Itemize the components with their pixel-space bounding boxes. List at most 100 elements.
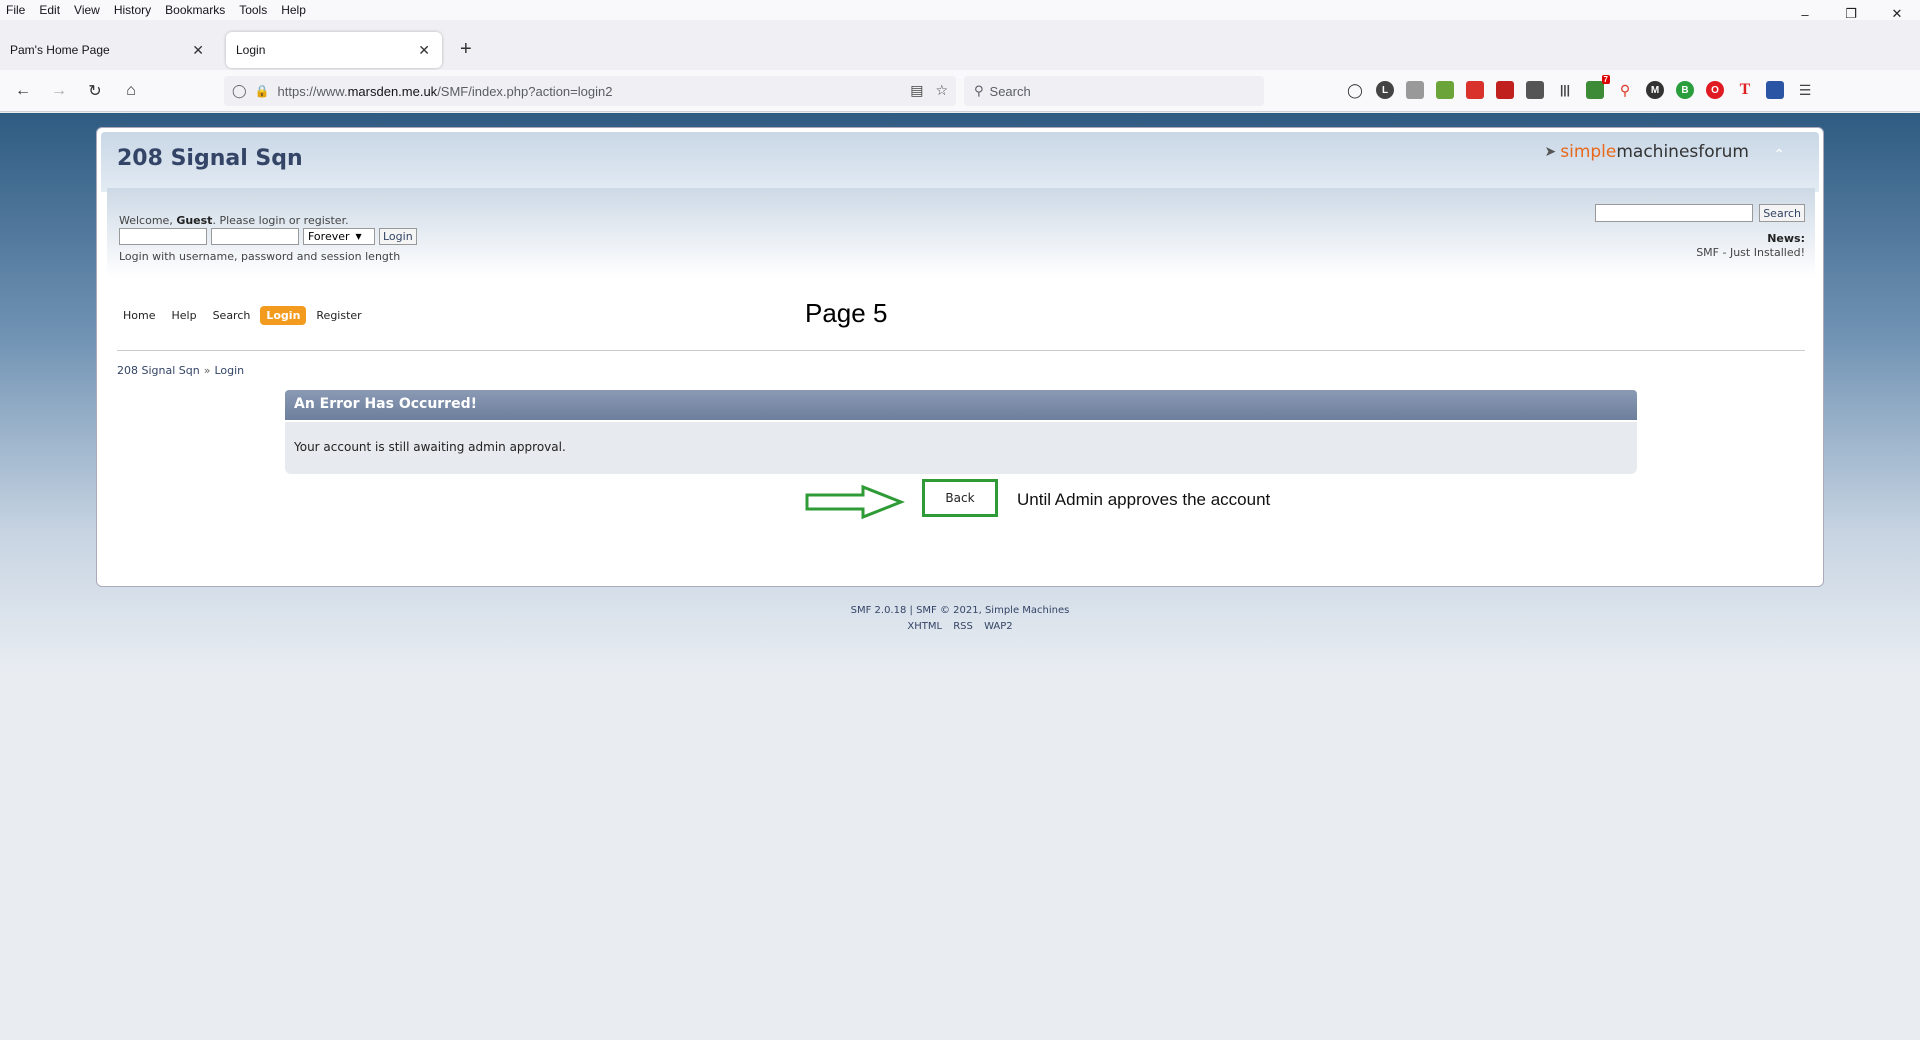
welcome-suffix: . Please login or register. bbox=[212, 214, 349, 227]
password-field[interactable] bbox=[211, 228, 299, 245]
close-tab-icon[interactable]: ✕ bbox=[192, 42, 204, 59]
tab-pams-home-page[interactable]: Pam's Home Page ✕ bbox=[0, 32, 216, 68]
sidebar-list-icon[interactable] bbox=[1526, 81, 1544, 99]
reader-view-icon[interactable]: ▤ bbox=[910, 82, 923, 99]
back-arrow-icon[interactable]: ← bbox=[12, 80, 34, 102]
browser-search-field[interactable]: ⚲ Search bbox=[964, 76, 1264, 106]
shield-icon[interactable]: ◯ bbox=[232, 83, 247, 99]
library-icon[interactable]: ||| bbox=[1556, 81, 1574, 99]
forum-footer: SMF 2.0.18 | SMF © 2021, Simple Machines… bbox=[0, 603, 1920, 635]
back-button-highlight: Back bbox=[922, 479, 998, 517]
logo-forum: forum bbox=[1698, 142, 1749, 162]
footer-copyright[interactable]: SMF 2.0.18 | SMF © 2021, Simple Machines bbox=[0, 603, 1920, 619]
annotation-arrow-icon bbox=[805, 484, 905, 520]
lastpass-icon[interactable]: L bbox=[1376, 81, 1394, 99]
breadcrumb-forum[interactable]: 208 Signal Sqn bbox=[117, 364, 200, 377]
news-text: SMF - Just Installed! bbox=[1696, 246, 1805, 259]
search-placeholder: Search bbox=[989, 83, 1031, 99]
lock-icon[interactable]: 🔒 bbox=[255, 84, 270, 98]
forward-arrow-icon[interactable]: → bbox=[48, 80, 70, 102]
breadcrumb-login[interactable]: Login bbox=[214, 364, 244, 377]
close-tab-icon[interactable]: ✕ bbox=[418, 42, 430, 59]
menu-tools[interactable]: Tools bbox=[233, 3, 275, 17]
user-area: Welcome, Guest. Please login or register… bbox=[107, 188, 1815, 278]
tab-strip: Pam's Home Page ✕ Login ✕ + bbox=[0, 20, 1920, 70]
menu-home[interactable]: Home bbox=[117, 306, 161, 325]
download-icon[interactable]: 7 bbox=[1586, 75, 1610, 99]
pocket-icon[interactable]: ◯ bbox=[1346, 81, 1364, 99]
welcome-prefix: Welcome, bbox=[119, 214, 177, 227]
smf-logo-mark-icon: ➤ bbox=[1544, 144, 1557, 160]
tab-login[interactable]: Login ✕ bbox=[226, 32, 442, 68]
error-message: Your account is still awaiting admin app… bbox=[285, 422, 1637, 474]
quick-login-form: Forever ▼ Login bbox=[119, 228, 417, 245]
menu-view[interactable]: View bbox=[68, 3, 108, 17]
menu-help[interactable]: Help bbox=[275, 3, 314, 17]
menu-login[interactable]: Login bbox=[260, 306, 307, 325]
annotation-text: Until Admin approves the account bbox=[1017, 490, 1271, 509]
forum-search-button[interactable]: Search bbox=[1759, 204, 1805, 222]
forum-frame: 208 Signal Sqn ➤ simple machines forum ⌃ … bbox=[96, 127, 1824, 587]
breadcrumb-separator: » bbox=[203, 364, 211, 377]
ublock-icon[interactable] bbox=[1466, 81, 1484, 99]
text-t-icon[interactable]: T bbox=[1736, 81, 1754, 99]
forum-search-input[interactable] bbox=[1595, 204, 1754, 222]
opera-icon[interactable]: O bbox=[1706, 81, 1724, 99]
page-annotation-label: Page 5 bbox=[805, 298, 888, 328]
smf-logo: ➤ simple machines forum bbox=[1545, 142, 1750, 162]
logo-simple: simple bbox=[1560, 142, 1617, 162]
login-hint: Login with username, password and sessio… bbox=[119, 250, 401, 263]
guest-label: Guest bbox=[176, 214, 213, 227]
extension-b-icon[interactable]: B bbox=[1676, 81, 1694, 99]
reload-icon[interactable]: ↻ bbox=[84, 80, 106, 102]
address-bar[interactable]: ◯ 🔒 https://www. marsden.me.uk/SMF/index.… bbox=[224, 76, 956, 106]
container-icon[interactable] bbox=[1766, 81, 1784, 99]
extension-green-icon[interactable] bbox=[1436, 81, 1454, 99]
bookmark-star-icon[interactable]: ☆ bbox=[935, 82, 948, 99]
search-icon: ⚲ bbox=[974, 83, 984, 98]
forum-header: 208 Signal Sqn ➤ simple machines forum ⌃ bbox=[101, 132, 1819, 192]
pdf-icon[interactable] bbox=[1496, 81, 1514, 99]
back-button[interactable]: Back bbox=[939, 489, 981, 507]
menu-file[interactable]: File bbox=[0, 3, 33, 17]
footer-rss[interactable]: RSS bbox=[953, 621, 973, 632]
tab-label: Login bbox=[236, 43, 266, 57]
tab-label: Pam's Home Page bbox=[10, 43, 110, 57]
key-icon[interactable]: ⚲ bbox=[1616, 81, 1634, 99]
breadcrumb: 208 Signal Sqn» Login bbox=[117, 364, 244, 377]
welcome-text: Welcome, Guest. Please login or register… bbox=[119, 214, 349, 227]
menu-register[interactable]: Register bbox=[310, 306, 367, 325]
menu-bookmarks[interactable]: Bookmarks bbox=[159, 3, 233, 17]
menu-edit[interactable]: Edit bbox=[33, 3, 68, 17]
footer-xhtml[interactable]: XHTML bbox=[907, 621, 942, 632]
malwarebytes-icon[interactable]: M bbox=[1646, 81, 1664, 99]
url-prefix: https://www. bbox=[277, 83, 348, 99]
url-path: /SMF/index.php?action=login2 bbox=[437, 83, 613, 99]
menu-divider bbox=[117, 350, 1805, 351]
session-length-value: Forever bbox=[308, 230, 350, 243]
home-icon[interactable]: ⌂ bbox=[120, 80, 142, 102]
footer-wap2[interactable]: WAP2 bbox=[984, 621, 1013, 632]
chevron-down-icon: ▼ bbox=[355, 232, 362, 241]
news-label: News: bbox=[1767, 232, 1805, 245]
username-field[interactable] bbox=[119, 228, 207, 245]
collapse-header-icon[interactable]: ⌃ bbox=[1773, 146, 1785, 163]
download-badge: 7 bbox=[1601, 75, 1610, 84]
url-host: marsden.me.uk bbox=[347, 83, 438, 99]
navigation-bar: ← → ↻ ⌂ ◯ 🔒 https://www. marsden.me.uk/SM… bbox=[0, 70, 1920, 112]
browser-menubar: File Edit View History Bookmarks Tools H… bbox=[0, 0, 1920, 20]
error-title: An Error Has Occurred! bbox=[285, 390, 1637, 420]
error-box: An Error Has Occurred! Your account is s… bbox=[285, 390, 1637, 474]
menu-search[interactable]: Search bbox=[207, 306, 257, 325]
menu-history[interactable]: History bbox=[108, 3, 159, 17]
hamburger-menu-icon[interactable]: ☰ bbox=[1796, 81, 1814, 99]
forum-title[interactable]: 208 Signal Sqn bbox=[117, 146, 303, 171]
menu-help-forum[interactable]: Help bbox=[165, 306, 202, 325]
session-length-select[interactable]: Forever ▼ bbox=[303, 228, 375, 245]
web-page: 208 Signal Sqn ➤ simple machines forum ⌃ … bbox=[0, 113, 1920, 1040]
main-menu: Home Help Search Login Register bbox=[117, 306, 368, 325]
new-tab-icon[interactable]: + bbox=[460, 38, 472, 61]
login-button[interactable]: Login bbox=[379, 228, 417, 245]
privacy-shield-icon[interactable] bbox=[1406, 81, 1424, 99]
news-block: News: SMF - Just Installed! bbox=[1696, 232, 1805, 260]
